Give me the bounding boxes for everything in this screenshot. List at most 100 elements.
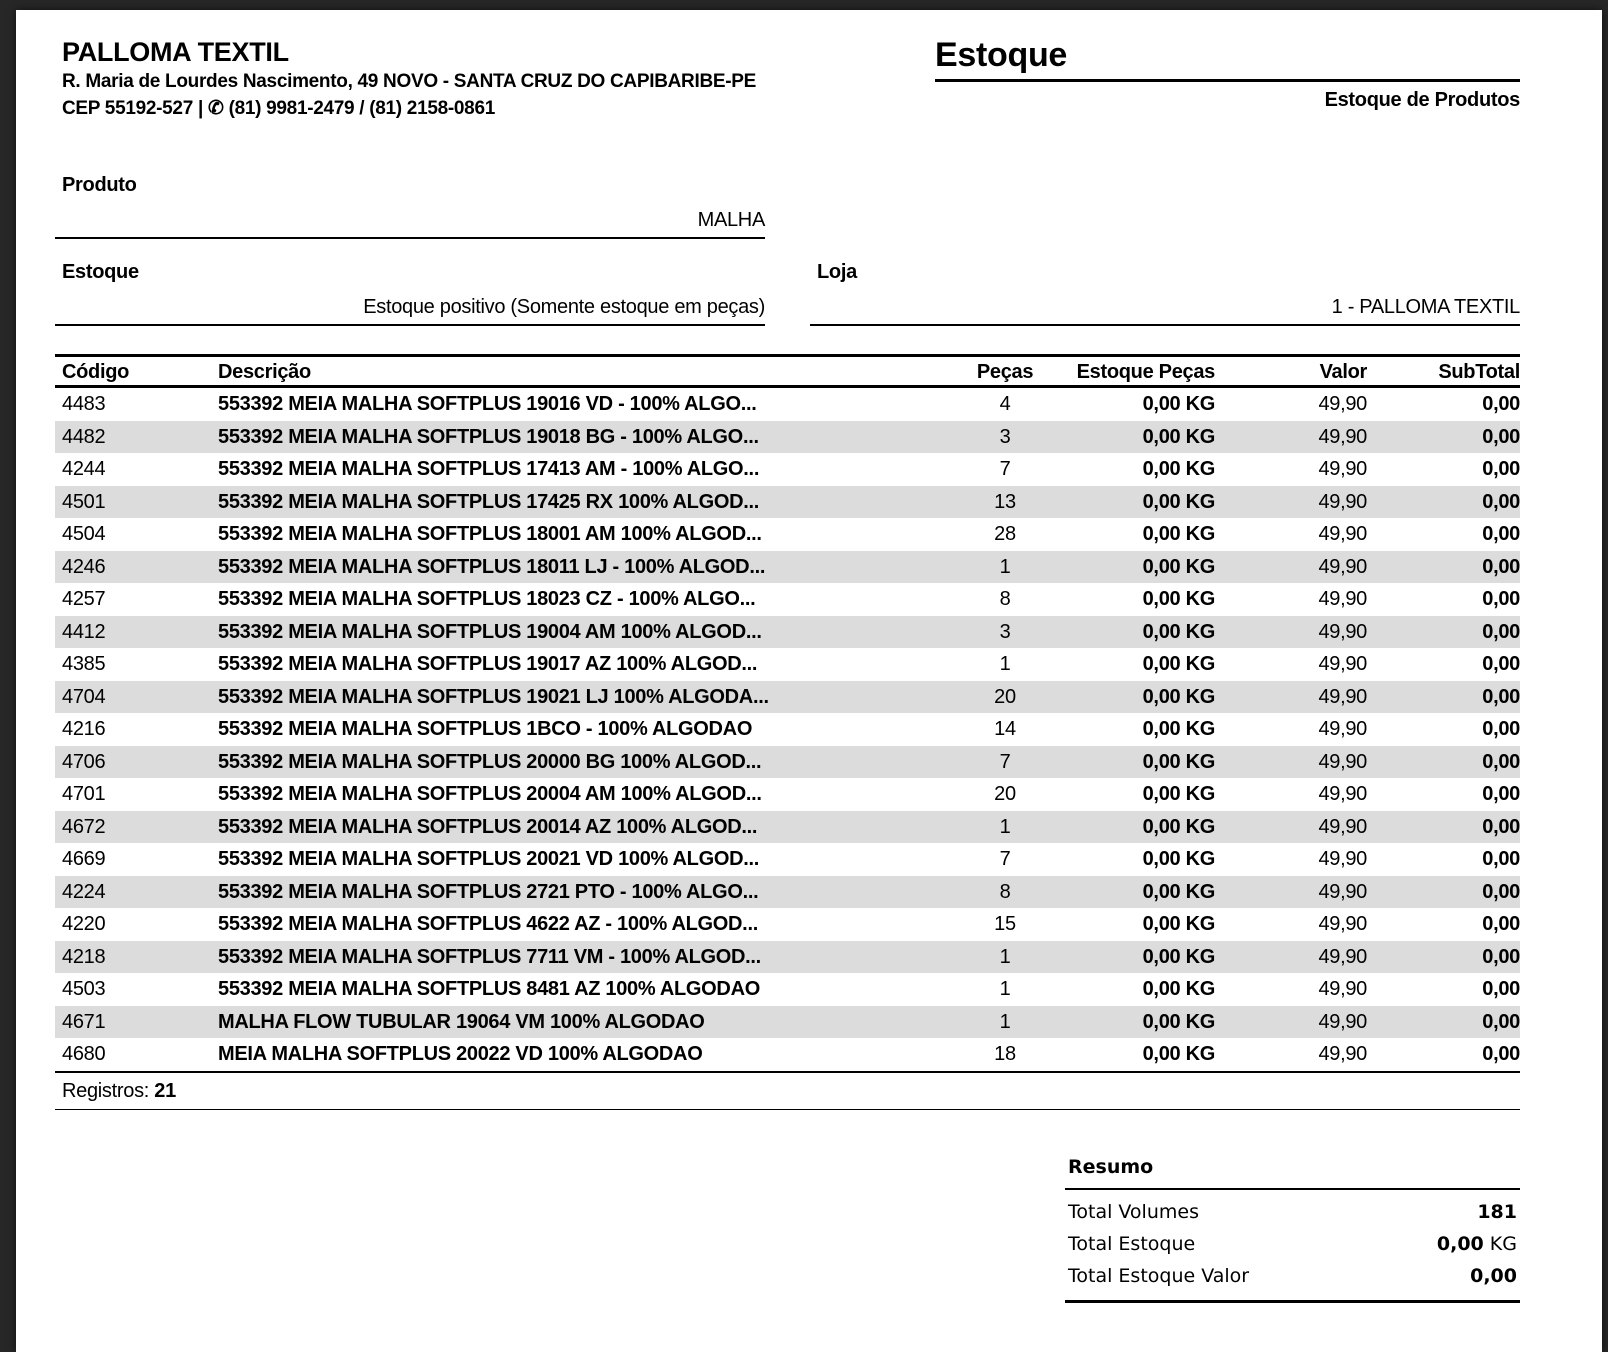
cell-valor: 49,90 [1215, 486, 1367, 519]
cell-estoque-pecas: 0,00 KG [1065, 583, 1215, 616]
cell-pecas: 4 [945, 388, 1065, 421]
cell-codigo: 4501 [55, 486, 218, 519]
company-cep: CEP 55192-527 [62, 98, 193, 119]
cell-pecas: 7 [945, 746, 1065, 779]
table-header-row: Código Descrição Peças Estoque Peças Val… [55, 357, 1520, 388]
cell-valor: 49,90 [1215, 973, 1367, 1006]
stock-table: Código Descrição Peças Estoque Peças Val… [55, 354, 1520, 1110]
summary-row: Total Estoque 0,00 KG [1065, 1228, 1520, 1260]
report-subtitle: Estoque de Produtos [935, 89, 1520, 112]
cell-pecas: 1 [945, 1006, 1065, 1039]
table-row: 4216 553392 MEIA MALHA SOFTPLUS 1BCO - 1… [55, 713, 1520, 746]
field-estoque: Estoque Estoque positivo (Somente estoqu… [55, 259, 765, 326]
cell-descricao: 553392 MEIA MALHA SOFTPLUS 17413 AM - 10… [218, 453, 945, 486]
cell-pecas: 3 [945, 421, 1065, 454]
cell-codigo: 4483 [55, 388, 218, 421]
cell-subtotal: 0,00 [1367, 1038, 1520, 1071]
registros-count: Registros: 21 [55, 1073, 1520, 1110]
cell-pecas: 7 [945, 453, 1065, 486]
title-block: Estoque Estoque de Produtos [935, 36, 1520, 122]
cell-descricao: 553392 MEIA MALHA SOFTPLUS 1BCO - 100% A… [218, 713, 945, 746]
report-page: PALLOMA TEXTIL R. Maria de Lourdes Nasci… [16, 10, 1602, 1352]
cell-codigo: 4216 [55, 713, 218, 746]
cell-estoque-pecas: 0,00 KG [1065, 941, 1215, 974]
col-header-pecas: Peças [945, 357, 1065, 388]
cell-valor: 49,90 [1215, 876, 1367, 909]
table-row: 4246 553392 MEIA MALHA SOFTPLUS 18011 LJ… [55, 551, 1520, 584]
cell-pecas: 1 [945, 811, 1065, 844]
cell-subtotal: 0,00 [1367, 486, 1520, 519]
cell-descricao: 553392 MEIA MALHA SOFTPLUS 18011 LJ - 10… [218, 551, 945, 584]
cell-codigo: 4701 [55, 778, 218, 811]
cell-pecas: 20 [945, 778, 1065, 811]
table-row: 4218 553392 MEIA MALHA SOFTPLUS 7711 VM … [55, 941, 1520, 974]
cell-valor: 49,90 [1215, 648, 1367, 681]
cell-estoque-pecas: 0,00 KG [1065, 778, 1215, 811]
cell-subtotal: 0,00 [1367, 421, 1520, 454]
table-row: 4385 553392 MEIA MALHA SOFTPLUS 19017 AZ… [55, 648, 1520, 681]
cell-codigo: 4220 [55, 908, 218, 941]
cell-estoque-pecas: 0,00 KG [1065, 681, 1215, 714]
company-name: PALLOMA TEXTIL [62, 36, 935, 68]
cell-subtotal: 0,00 [1367, 746, 1520, 779]
cell-descricao: 553392 MEIA MALHA SOFTPLUS 8481 AZ 100% … [218, 973, 945, 1006]
field-loja-label: Loja [810, 259, 1520, 285]
company-address: R. Maria de Lourdes Nascimento, 49 NOVO … [62, 68, 935, 95]
cell-valor: 49,90 [1215, 616, 1367, 649]
col-header-codigo: Código [55, 357, 218, 388]
table-row: 4220 553392 MEIA MALHA SOFTPLUS 4622 AZ … [55, 908, 1520, 941]
cell-valor: 49,90 [1215, 843, 1367, 876]
field-produto-value: MALHA [55, 198, 765, 239]
cell-estoque-pecas: 0,00 KG [1065, 1038, 1215, 1071]
field-estoque-value: Estoque positivo (Somente estoque em peç… [55, 285, 765, 326]
field-estoque-label: Estoque [55, 259, 765, 285]
cell-valor: 49,90 [1215, 941, 1367, 974]
field-loja: Loja 1 - PALLOMA TEXTIL [810, 259, 1520, 326]
field-produto: Produto MALHA [55, 172, 765, 239]
table-row: 4257 553392 MEIA MALHA SOFTPLUS 18023 CZ… [55, 583, 1520, 616]
cell-codigo: 4671 [55, 1006, 218, 1039]
report-title: Estoque [935, 36, 1520, 82]
cell-estoque-pecas: 0,00 KG [1065, 811, 1215, 844]
cell-subtotal: 0,00 [1367, 843, 1520, 876]
cell-descricao: 553392 MEIA MALHA SOFTPLUS 19021 LJ 100%… [218, 681, 945, 714]
cell-descricao: 553392 MEIA MALHA SOFTPLUS 17425 RX 100%… [218, 486, 945, 519]
cell-subtotal: 0,00 [1367, 518, 1520, 551]
separator: | [198, 98, 203, 119]
cell-codigo: 4503 [55, 973, 218, 1006]
summary-row-label: Total Estoque Valor [1068, 1260, 1249, 1292]
table-row: 4483 553392 MEIA MALHA SOFTPLUS 19016 VD… [55, 388, 1520, 421]
table-row: 4501 553392 MEIA MALHA SOFTPLUS 17425 RX… [55, 486, 1520, 519]
cell-subtotal: 0,00 [1367, 1006, 1520, 1039]
summary-panel: Resumo Total Volumes 181 Total Estoque 0… [1065, 1156, 1520, 1303]
cell-codigo: 4706 [55, 746, 218, 779]
cell-estoque-pecas: 0,00 KG [1065, 973, 1215, 1006]
table-footer: Registros: 21 [55, 1071, 1520, 1110]
cell-estoque-pecas: 0,00 KG [1065, 1006, 1215, 1039]
cell-descricao: 553392 MEIA MALHA SOFTPLUS 4622 AZ - 100… [218, 908, 945, 941]
cell-valor: 49,90 [1215, 1038, 1367, 1071]
cell-estoque-pecas: 0,00 KG [1065, 551, 1215, 584]
cell-valor: 49,90 [1215, 388, 1367, 421]
cell-estoque-pecas: 0,00 KG [1065, 421, 1215, 454]
summary-row-value: 181 [1477, 1196, 1517, 1228]
summary-row-value: 0,00 KG [1437, 1228, 1517, 1260]
cell-valor: 49,90 [1215, 681, 1367, 714]
cell-estoque-pecas: 0,00 KG [1065, 518, 1215, 551]
cell-codigo: 4482 [55, 421, 218, 454]
cell-pecas: 8 [945, 583, 1065, 616]
table-row: 4482 553392 MEIA MALHA SOFTPLUS 19018 BG… [55, 421, 1520, 454]
cell-descricao: 553392 MEIA MALHA SOFTPLUS 20000 BG 100%… [218, 746, 945, 779]
cell-subtotal: 0,00 [1367, 551, 1520, 584]
cell-valor: 49,90 [1215, 583, 1367, 616]
summary-row-value: 0,00 [1470, 1260, 1517, 1292]
cell-subtotal: 0,00 [1367, 453, 1520, 486]
cell-valor: 49,90 [1215, 713, 1367, 746]
cell-estoque-pecas: 0,00 KG [1065, 486, 1215, 519]
cell-subtotal: 0,00 [1367, 713, 1520, 746]
cell-descricao: 553392 MEIA MALHA SOFTPLUS 18001 AM 100%… [218, 518, 945, 551]
cell-subtotal: 0,00 [1367, 973, 1520, 1006]
summary-body: Total Volumes 181 Total Estoque 0,00 KG … [1065, 1188, 1520, 1303]
cell-pecas: 13 [945, 486, 1065, 519]
cell-estoque-pecas: 0,00 KG [1065, 746, 1215, 779]
